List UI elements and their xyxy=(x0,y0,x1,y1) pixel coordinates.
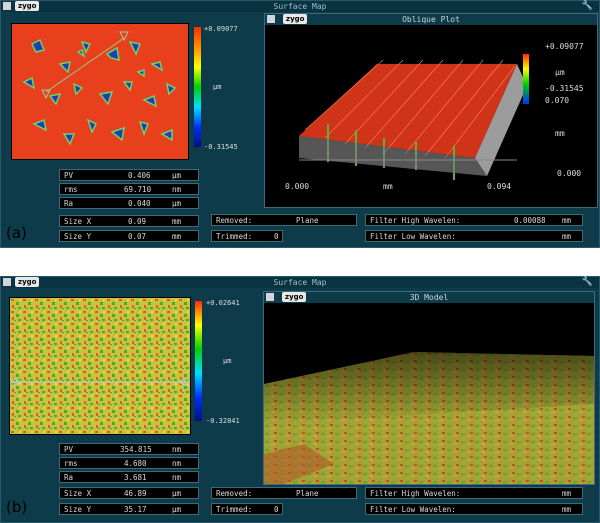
stat-rms-b: rms 4.680 nm xyxy=(59,457,199,469)
plot-scale-max: +0.09077 xyxy=(545,42,584,51)
plot-scale-min: -0.31545 xyxy=(545,84,584,93)
3d-model-title-bar: 3D Model xyxy=(264,292,594,303)
filter-low-field-b: Filter Low Wavelen: mm xyxy=(365,503,583,515)
stat-rms-a: rms 69.710 nm xyxy=(59,183,199,195)
zygo-logo: zygo xyxy=(283,14,308,24)
scale-max-a: +0.09077 xyxy=(204,25,238,33)
trimmed-field-a: Trimmed: 0 xyxy=(211,230,283,242)
plot-title: Oblique Plot xyxy=(402,15,460,24)
scale-min-b: -0.32841 xyxy=(206,417,240,425)
removed-field-b: Removed: Plane xyxy=(211,487,357,499)
panel-b: Surface Map zygo 🔧 +0.02641 µm -0.32841 … xyxy=(0,276,600,523)
stat-size-y-a: Size Y 0.07 mm xyxy=(59,230,199,242)
zygo-logo: zygo xyxy=(282,292,307,302)
scale-min-a: -0.31545 xyxy=(204,143,238,151)
surface-map-title-bar-a: Surface Map xyxy=(1,1,599,12)
plot-menu-icon[interactable] xyxy=(267,15,275,23)
axis-y-unit: mm xyxy=(555,129,565,138)
stat-size-y-b: Size Y 35.17 µm xyxy=(59,503,199,515)
panel-label-b: (b) xyxy=(6,498,28,516)
zygo-logo: zygo xyxy=(15,277,40,287)
axis-x-unit: mm xyxy=(383,182,393,191)
panel-a: Surface Map zygo 🔧 +0.09077 µm -0.31545 xyxy=(0,0,600,248)
stat-pv-a: PV 0.406 µm xyxy=(59,169,199,181)
stat-size-x-b: Size X 46.89 µm xyxy=(59,487,199,499)
wrench-icon[interactable]: 🔧 xyxy=(582,277,593,288)
window-menu-icon[interactable] xyxy=(3,278,11,286)
stat-ra-a: Ra 0.040 µm xyxy=(59,197,199,209)
surface-map-b[interactable] xyxy=(9,297,191,435)
color-scale-b xyxy=(195,301,202,421)
axis-y-top: 0.070 xyxy=(545,96,570,105)
axis-y-zero: 0.000 xyxy=(557,169,582,178)
removed-field-a: Removed: Plane xyxy=(211,214,357,226)
3d-model-window[interactable]: 3D Model zygo xyxy=(263,291,595,485)
zygo-logo: zygo xyxy=(15,1,40,11)
surface-map-title-bar-b: Surface Map xyxy=(1,277,599,288)
stat-ra-b: Ra 3.681 nm xyxy=(59,471,199,483)
plot-title: 3D Model xyxy=(409,293,449,302)
plot-menu-icon[interactable] xyxy=(266,293,274,301)
filter-low-field-a: Filter Low Wavelen: mm xyxy=(365,230,583,242)
surface-map-a[interactable] xyxy=(11,23,189,160)
oblique-surface-render xyxy=(299,54,529,180)
panel-label-a: (a) xyxy=(6,224,27,242)
plot-scale-unit: µm xyxy=(555,68,565,77)
surface-map-b-image xyxy=(10,298,190,434)
oblique-plot-window[interactable]: Oblique Plot zygo +0.09077 µm -0.31545 0… xyxy=(264,13,598,208)
axis-x-start: 0.000 xyxy=(285,182,310,191)
surface-map-a-image xyxy=(12,24,188,159)
scale-unit-b: µm xyxy=(223,357,232,365)
filter-high-field-b: Filter High Wavelen: mm xyxy=(365,487,583,499)
stat-pv-b: PV 354.815 nm xyxy=(59,443,199,455)
window-title: Surface Map xyxy=(273,2,327,11)
color-scale-a xyxy=(194,27,201,147)
wrench-icon[interactable]: 🔧 xyxy=(582,1,593,12)
3d-model-render xyxy=(264,352,594,484)
window-menu-icon[interactable] xyxy=(3,2,11,10)
scale-max-b: +0.02641 xyxy=(206,299,240,307)
window-title: Surface Map xyxy=(273,278,327,287)
oblique-plot-title-bar: Oblique Plot xyxy=(265,14,597,25)
axis-x-end: 0.094 xyxy=(487,182,512,191)
stat-size-x-a: Size X 0.09 mm xyxy=(59,215,199,227)
filter-high-field-a: Filter High Wavelen: 0.00088 mm xyxy=(365,214,583,226)
scale-unit-a: µm xyxy=(213,83,222,91)
trimmed-field-b: Trimmed: 0 xyxy=(211,503,283,515)
